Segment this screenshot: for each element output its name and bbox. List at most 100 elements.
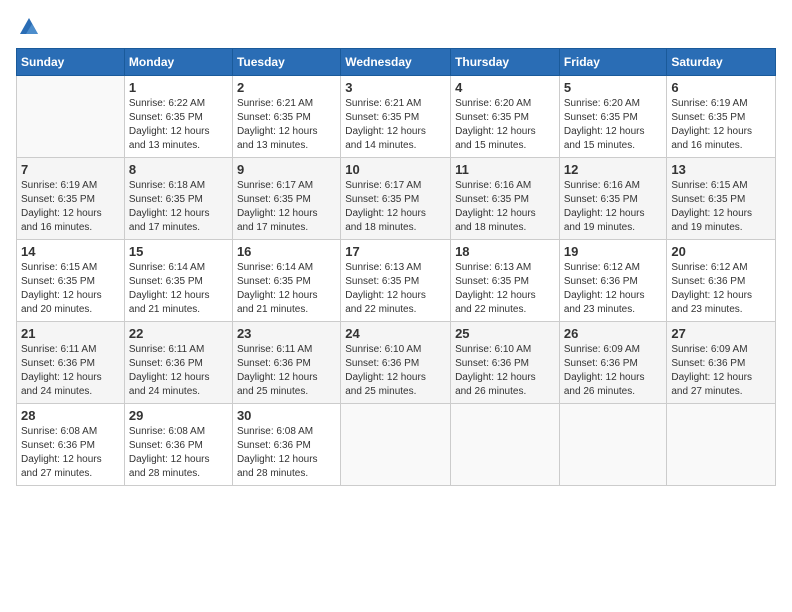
- calendar-cell: 8Sunrise: 6:18 AMSunset: 6:35 PMDaylight…: [124, 158, 232, 240]
- calendar-cell: 2 Sunrise: 6:21 AMSunset: 6:35 PMDaylight…: [232, 76, 340, 158]
- page: Sunday Monday Tuesday Wednesday Thursday…: [0, 0, 792, 612]
- calendar-cell: 27 Sunrise: 6:09 AMSunset: 6:36 PMDayligh…: [667, 322, 776, 404]
- day-info: Sunrise: 6:20 AMSunset: 6:35 PMDaylight:…: [455, 97, 555, 153]
- calendar-cell: [17, 76, 125, 158]
- day-number: 20: [671, 244, 771, 259]
- calendar-cell: 24 Sunrise: 6:10 AMSunset: 6:36 PMDayligh…: [341, 322, 451, 404]
- day-info: Sunrise: 6:10 AMSunset: 6:36 PMDaylight:…: [345, 343, 446, 399]
- day-info: Sunrise: 6:16 AMSunset: 6:35 PMDaylight:…: [455, 179, 555, 235]
- day-info: Sunrise: 6:17 AMSunset: 6:35 PMDaylight:…: [237, 179, 336, 235]
- day-info: Sunrise: 6:09 AMSunset: 6:36 PMDaylight:…: [671, 343, 771, 399]
- calendar-cell: 4 Sunrise: 6:20 AMSunset: 6:35 PMDaylight…: [451, 76, 560, 158]
- header-friday: Friday: [559, 49, 667, 76]
- calendar-cell: 3Sunrise: 6:21 AMSunset: 6:35 PMDaylight…: [341, 76, 451, 158]
- day-number: 12: [564, 162, 663, 177]
- calendar-week-row: 28 Sunrise: 6:08 AMSunset: 6:36 PMDayligh…: [17, 404, 776, 486]
- day-info: Sunrise: 6:20 AMSunset: 6:35 PMDaylight:…: [564, 97, 663, 153]
- day-number: 25: [455, 326, 555, 341]
- day-number: 18: [455, 244, 555, 259]
- header-saturday: Saturday: [667, 49, 776, 76]
- day-number: 22: [129, 326, 228, 341]
- header-sunday: Sunday: [17, 49, 125, 76]
- day-number: 13: [671, 162, 771, 177]
- day-number: 1: [129, 80, 228, 95]
- day-number: 11: [455, 162, 555, 177]
- day-info: Sunrise: 6:08 AMSunset: 6:36 PMDaylight:…: [129, 425, 228, 481]
- day-info: Sunrise: 6:13 AMSunset: 6:35 PMDaylight:…: [345, 261, 446, 317]
- calendar-week-row: 21 Sunrise: 6:11 AMSunset: 6:36 PMDayligh…: [17, 322, 776, 404]
- day-number: 21: [21, 326, 120, 341]
- day-info: Sunrise: 6:17 AMSunset: 6:35 PMDaylight:…: [345, 179, 446, 235]
- day-info: Sunrise: 6:19 AMSunset: 6:35 PMDaylight:…: [671, 97, 771, 153]
- header: [16, 16, 776, 38]
- calendar-cell: 23 Sunrise: 6:11 AMSunset: 6:36 PMDayligh…: [232, 322, 340, 404]
- day-info: Sunrise: 6:12 AMSunset: 6:36 PMDaylight:…: [564, 261, 663, 317]
- day-info: Sunrise: 6:19 AMSunset: 6:35 PMDaylight:…: [21, 179, 120, 235]
- calendar-cell: 14 Sunrise: 6:15 AMSunset: 6:35 PMDayligh…: [17, 240, 125, 322]
- day-info: Sunrise: 6:14 AMSunset: 6:35 PMDaylight:…: [129, 261, 228, 317]
- day-number: 29: [129, 408, 228, 423]
- calendar-cell: 13 Sunrise: 6:15 AMSunset: 6:35 PMDayligh…: [667, 158, 776, 240]
- day-info: Sunrise: 6:09 AMSunset: 6:36 PMDaylight:…: [564, 343, 663, 399]
- day-info: Sunrise: 6:11 AMSunset: 6:36 PMDaylight:…: [237, 343, 336, 399]
- header-wednesday: Wednesday: [341, 49, 451, 76]
- day-number: 9: [237, 162, 336, 177]
- day-number: 7: [21, 162, 120, 177]
- day-info: Sunrise: 6:08 AMSunset: 6:36 PMDaylight:…: [237, 425, 336, 481]
- day-number: 6: [671, 80, 771, 95]
- calendar-week-row: 7 Sunrise: 6:19 AMSunset: 6:35 PMDaylight…: [17, 158, 776, 240]
- day-number: 27: [671, 326, 771, 341]
- calendar-cell: 28 Sunrise: 6:08 AMSunset: 6:36 PMDayligh…: [17, 404, 125, 486]
- calendar-cell: 17 Sunrise: 6:13 AMSunset: 6:35 PMDayligh…: [341, 240, 451, 322]
- calendar-cell: 29 Sunrise: 6:08 AMSunset: 6:36 PMDayligh…: [124, 404, 232, 486]
- logo: [16, 16, 40, 38]
- day-info: Sunrise: 6:13 AMSunset: 6:35 PMDaylight:…: [455, 261, 555, 317]
- day-number: 3: [345, 80, 446, 95]
- day-number: 8: [129, 162, 228, 177]
- calendar-cell: 9 Sunrise: 6:17 AMSunset: 6:35 PMDaylight…: [232, 158, 340, 240]
- calendar-cell: 20 Sunrise: 6:12 AMSunset: 6:36 PMDayligh…: [667, 240, 776, 322]
- header-thursday: Thursday: [451, 49, 560, 76]
- day-number: 17: [345, 244, 446, 259]
- day-info: Sunrise: 6:21 AMSunset: 6:35 PMDaylight:…: [237, 97, 336, 153]
- day-info: Sunrise: 6:08 AMSunset: 6:36 PMDaylight:…: [21, 425, 120, 481]
- calendar-cell: 15 Sunrise: 6:14 AMSunset: 6:35 PMDayligh…: [124, 240, 232, 322]
- day-info: Sunrise: 6:15 AMSunset: 6:35 PMDaylight:…: [671, 179, 771, 235]
- day-number: 23: [237, 326, 336, 341]
- header-tuesday: Tuesday: [232, 49, 340, 76]
- calendar-week-row: 1 Sunrise: 6:22 AMSunset: 6:35 PMDaylight…: [17, 76, 776, 158]
- calendar-cell: [667, 404, 776, 486]
- day-info: Sunrise: 6:10 AMSunset: 6:36 PMDaylight:…: [455, 343, 555, 399]
- day-info: Sunrise: 6:11 AMSunset: 6:36 PMDaylight:…: [129, 343, 228, 399]
- day-info: Sunrise: 6:11 AMSunset: 6:36 PMDaylight:…: [21, 343, 120, 399]
- calendar-cell: [341, 404, 451, 486]
- day-number: 16: [237, 244, 336, 259]
- calendar-cell: 26 Sunrise: 6:09 AMSunset: 6:36 PMDayligh…: [559, 322, 667, 404]
- day-info: Sunrise: 6:14 AMSunset: 6:35 PMDaylight:…: [237, 261, 336, 317]
- calendar-cell: 5Sunrise: 6:20 AMSunset: 6:35 PMDaylight…: [559, 76, 667, 158]
- day-info: Sunrise: 6:15 AMSunset: 6:35 PMDaylight:…: [21, 261, 120, 317]
- calendar-table: Sunday Monday Tuesday Wednesday Thursday…: [16, 48, 776, 486]
- day-number: 14: [21, 244, 120, 259]
- day-number: 15: [129, 244, 228, 259]
- calendar-cell: 22 Sunrise: 6:11 AMSunset: 6:36 PMDayligh…: [124, 322, 232, 404]
- calendar-cell: [451, 404, 560, 486]
- calendar-cell: 18 Sunrise: 6:13 AMSunset: 6:35 PMDayligh…: [451, 240, 560, 322]
- day-info: Sunrise: 6:22 AMSunset: 6:35 PMDaylight:…: [129, 97, 228, 153]
- calendar-cell: 30 Sunrise: 6:08 AMSunset: 6:36 PMDayligh…: [232, 404, 340, 486]
- calendar-cell: 6 Sunrise: 6:19 AMSunset: 6:35 PMDaylight…: [667, 76, 776, 158]
- day-info: Sunrise: 6:12 AMSunset: 6:36 PMDaylight:…: [671, 261, 771, 317]
- day-number: 24: [345, 326, 446, 341]
- calendar-cell: 16 Sunrise: 6:14 AMSunset: 6:35 PMDayligh…: [232, 240, 340, 322]
- calendar-cell: 25 Sunrise: 6:10 AMSunset: 6:36 PMDayligh…: [451, 322, 560, 404]
- day-number: 30: [237, 408, 336, 423]
- weekday-header-row: Sunday Monday Tuesday Wednesday Thursday…: [17, 49, 776, 76]
- header-monday: Monday: [124, 49, 232, 76]
- day-number: 28: [21, 408, 120, 423]
- day-number: 19: [564, 244, 663, 259]
- day-number: 26: [564, 326, 663, 341]
- day-number: 4: [455, 80, 555, 95]
- day-number: 2: [237, 80, 336, 95]
- calendar-cell: 10Sunrise: 6:17 AMSunset: 6:35 PMDayligh…: [341, 158, 451, 240]
- calendar-cell: 7 Sunrise: 6:19 AMSunset: 6:35 PMDaylight…: [17, 158, 125, 240]
